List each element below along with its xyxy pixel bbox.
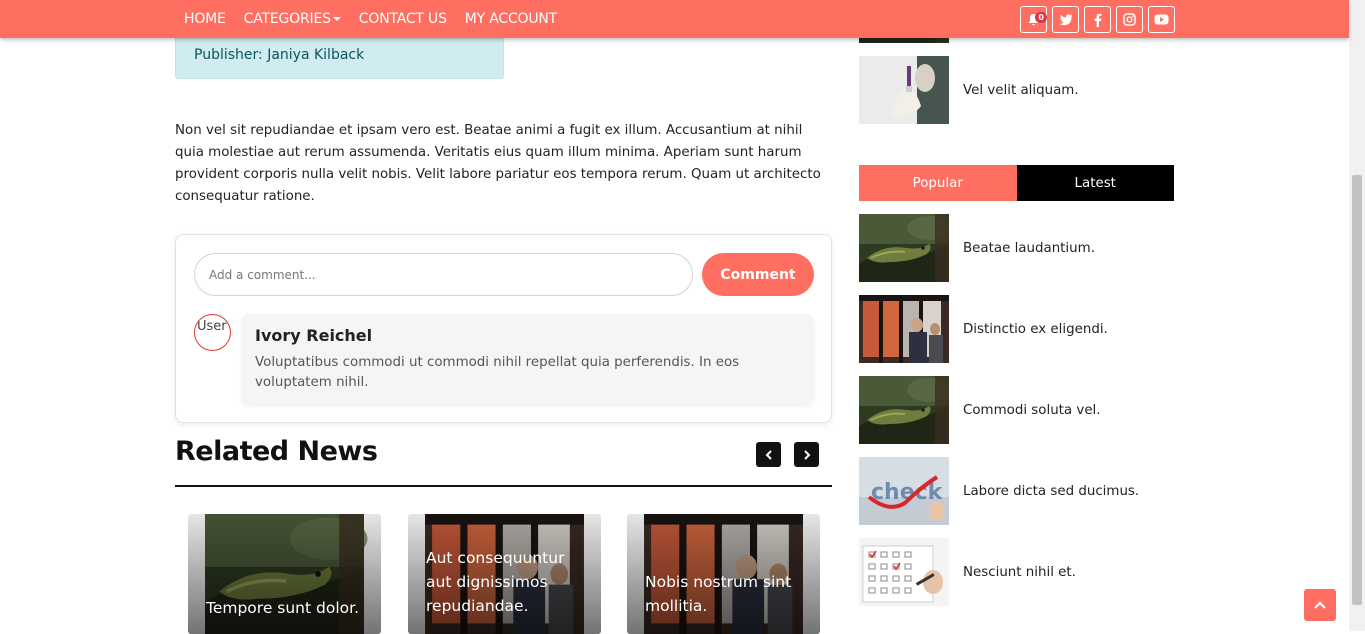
sidebar-thumbnail — [859, 457, 949, 525]
top-navbar: HOME CATEGORIES CONTACT US MY ACCOUNT 0 — [0, 0, 1349, 38]
tab-latest[interactable]: Latest — [1016, 165, 1174, 201]
nav-categories[interactable]: CATEGORIES — [235, 11, 350, 27]
instagram-icon[interactable] — [1116, 6, 1143, 33]
sidebar-news-item[interactable]: Distinctio ex eligendi. — [859, 295, 1179, 363]
sidebar-thumbnail — [859, 376, 949, 444]
user-avatar: User — [194, 314, 231, 351]
nav-contact-us[interactable]: CONTACT US — [350, 11, 456, 27]
back-to-top-button[interactable] — [1304, 589, 1336, 621]
comment-section: Comment User Ivory Reichel Voluptatibus … — [175, 234, 832, 423]
twitter-icon[interactable] — [1052, 6, 1079, 33]
avatar-alt-text: User — [197, 319, 227, 334]
sidebar-news-title: Vel velit aliquam. — [963, 82, 1079, 98]
nav-categories-label: CATEGORIES — [243, 11, 331, 27]
nav-social-icons: 0 — [1020, 6, 1175, 33]
chevron-right-icon — [803, 449, 810, 460]
comment-item: Ivory Reichel Voluptatibus commodi ut co… — [241, 314, 814, 405]
thumbnail-image — [859, 457, 949, 525]
publisher-text: Publisher: Janiya Kilback — [194, 47, 365, 63]
sidebar-thumbnail — [859, 214, 949, 282]
news-card-title: Nobis nostrum sint mollitia. — [645, 573, 792, 615]
comment-text: Voluptatibus commodi ut commodi nihil re… — [255, 355, 740, 390]
page-scrollbar[interactable] — [1349, 0, 1365, 631]
related-news-card[interactable]: Nobis nostrum sint mollitia. — [627, 514, 820, 634]
bell-icon[interactable]: 0 — [1020, 6, 1047, 33]
sidebar-news-title: Nesciunt nihil et. — [963, 564, 1076, 580]
sidebar-news-title: Beatae laudantium. — [963, 240, 1095, 256]
thumbnail-image — [859, 56, 949, 124]
sidebar-news-title: Labore dicta sed ducimus. — [963, 483, 1140, 499]
carousel-next-button[interactable] — [794, 442, 819, 467]
nav-links: HOME CATEGORIES CONTACT US MY ACCOUNT — [175, 0, 566, 38]
related-news-card[interactable]: Tempore sunt dolor. — [188, 514, 381, 634]
thumbnail-image — [859, 214, 949, 282]
comment-author: Ivory Reichel — [255, 326, 373, 345]
thumbnail-image — [859, 538, 949, 606]
sidebar-news-item[interactable]: Commodi soluta vel. — [859, 376, 1179, 444]
section-divider — [175, 485, 832, 487]
sidebar-thumbnail — [859, 56, 949, 124]
sidebar-news-item[interactable]: Nesciunt nihil et. — [859, 538, 1179, 606]
sidebar-news-item[interactable]: Vel velit aliquam. — [859, 56, 1179, 124]
facebook-icon[interactable] — [1084, 6, 1111, 33]
nav-my-account[interactable]: MY ACCOUNT — [456, 11, 566, 27]
comment-input[interactable] — [194, 253, 693, 296]
caret-down-icon — [332, 17, 341, 21]
sidebar-news-item[interactable]: Labore dicta sed ducimus. — [859, 457, 1179, 525]
youtube-icon[interactable] — [1148, 6, 1175, 33]
news-card-title: Aut consequuntur aut dignissimos repudia… — [426, 549, 565, 615]
scrollbar-thumb[interactable] — [1352, 175, 1362, 605]
nav-home[interactable]: HOME — [175, 11, 235, 27]
news-card-title: Tempore sunt dolor. — [206, 599, 360, 617]
thumbnail-image — [859, 376, 949, 444]
notification-badge: 0 — [1035, 12, 1047, 23]
sidebar-news-title: Distinctio ex eligendi. — [963, 321, 1108, 337]
sidebar-thumbnail — [859, 295, 949, 363]
sidebar-news-title: Commodi soluta vel. — [963, 402, 1101, 418]
chevron-up-icon — [1314, 601, 1326, 609]
comment-button[interactable]: Comment — [702, 253, 814, 296]
sidebar-news-item[interactable]: Beatae laudantium. — [859, 214, 1179, 282]
tab-popular[interactable]: Popular — [859, 165, 1017, 201]
chevron-left-icon — [765, 449, 772, 460]
related-news-card[interactable]: Aut consequuntur aut dignissimos repudia… — [408, 514, 601, 634]
carousel-prev-button[interactable] — [756, 442, 781, 467]
thumbnail-image — [859, 295, 949, 363]
sidebar-thumbnail — [859, 538, 949, 606]
sidebar-tabs: Popular Latest — [859, 165, 1174, 201]
related-news-title: Related News — [175, 436, 378, 467]
article-body: Non vel sit repudiandae et ipsam vero es… — [175, 123, 821, 204]
